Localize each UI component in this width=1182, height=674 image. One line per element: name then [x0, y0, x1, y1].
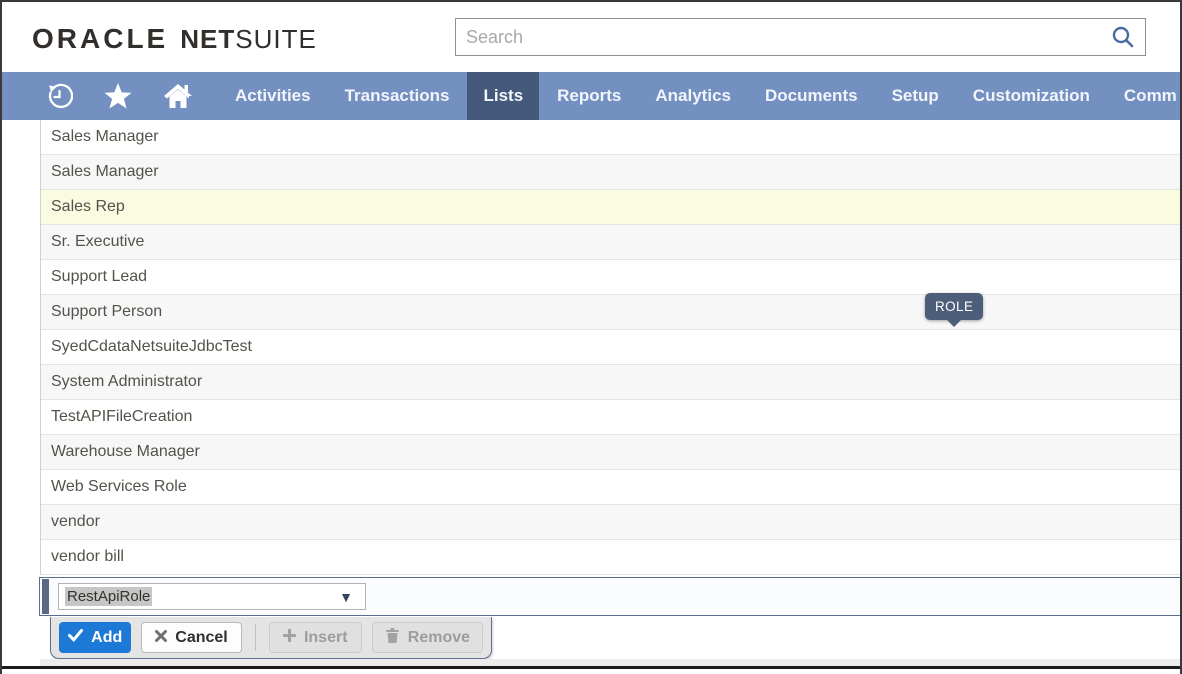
role-name-label: Warehouse Manager	[51, 443, 200, 460]
nav-tab-label: Lists	[483, 86, 523, 106]
plus-icon	[283, 629, 296, 647]
role-list-item[interactable]: SyedCdataNetsuiteJdbcTest	[41, 330, 1180, 365]
oracle-netsuite-logo: ORACLE NETSUITE	[32, 23, 317, 55]
role-list-item[interactable]: vendor	[41, 505, 1180, 540]
role-list-item[interactable]: Sales Manager	[41, 120, 1180, 155]
role-list-item[interactable]: Sales Rep	[41, 190, 1180, 225]
role-list-item[interactable]: TestAPIFileCreation	[41, 400, 1180, 435]
nav-tab-label: Reports	[557, 86, 621, 106]
role-name-label: vendor bill	[51, 548, 124, 565]
nav-tab-label: Documents	[765, 86, 858, 106]
role-list-item[interactable]: Support Person	[41, 295, 1180, 330]
role-name-label: Sales Rep	[51, 198, 125, 215]
netsuite-window: ORACLE NETSUITE	[0, 0, 1182, 674]
shortcuts-star-icon[interactable]	[103, 82, 133, 110]
home-icon[interactable]	[163, 82, 193, 110]
role-name-label: Support Lead	[51, 268, 147, 285]
role-list-item[interactable]: Support Lead	[41, 260, 1180, 295]
nav-tab[interactable]: Documents	[749, 72, 874, 120]
search-input[interactable]	[456, 19, 1101, 55]
logo-net-text: NET	[180, 24, 235, 54]
role-tooltip: ROLE	[925, 293, 983, 320]
role-list-item[interactable]: System Administrator	[41, 365, 1180, 400]
role-combobox-input[interactable]: RestApiRole ▼	[58, 583, 366, 610]
role-name-label: Sales Manager	[51, 163, 159, 180]
insert-button-label: Insert	[304, 629, 348, 647]
nav-tab[interactable]: Setup	[876, 72, 955, 120]
roles-list: Sales Manager Sales Manager Sales Rep Sr…	[40, 120, 1180, 575]
chevron-down-icon[interactable]: ▼	[339, 589, 353, 605]
logo-suite-text: SUITE	[235, 24, 317, 54]
role-list-item[interactable]: Web Services Role	[41, 470, 1180, 505]
role-list-item[interactable]: Sr. Executive	[41, 225, 1180, 260]
nav-tab[interactable]: Customization	[957, 72, 1106, 120]
nav-tab[interactable]: Activities	[219, 72, 327, 120]
nav-tab-label: Analytics	[655, 86, 731, 106]
button-divider	[255, 624, 256, 651]
nav-icon-group	[2, 72, 219, 120]
remove-button[interactable]: Remove	[372, 622, 483, 653]
global-search-box	[455, 18, 1146, 56]
nav-tab[interactable]: Analytics	[639, 72, 747, 120]
cancel-button-label: Cancel	[175, 629, 227, 647]
search-icon[interactable]	[1101, 25, 1145, 49]
role-name-label: Sales Manager	[51, 128, 159, 145]
header-bar: ORACLE NETSUITE	[2, 2, 1180, 72]
role-tooltip-label: ROLE	[935, 299, 973, 314]
nav-tab-label: Transactions	[345, 86, 450, 106]
logo-oracle-text: ORACLE	[32, 23, 168, 54]
role-name-label: TestAPIFileCreation	[51, 408, 192, 425]
role-name-label: System Administrator	[51, 373, 202, 390]
role-name-label: SyedCdataNetsuiteJdbcTest	[51, 338, 252, 355]
nav-tab[interactable]: Lists	[467, 72, 539, 120]
nav-tab-label: Customization	[973, 86, 1090, 106]
role-input-selected-text: RestApiRole	[65, 587, 152, 606]
trash-icon	[385, 627, 400, 648]
role-name-label: Web Services Role	[51, 478, 187, 495]
x-icon	[155, 629, 167, 647]
frame-bottom-edge	[2, 666, 1180, 669]
nav-tab[interactable]: Transactions	[329, 72, 466, 120]
main-navigation-bar: Activities Transactions Lists Reports An…	[2, 72, 1180, 120]
role-name-label: Support Person	[51, 303, 162, 320]
new-role-edit-row: RestApiRole ▼	[39, 577, 1180, 616]
nav-tab-label: Activities	[235, 86, 311, 106]
row-selection-indicator	[42, 579, 49, 614]
nav-tab[interactable]: Reports	[541, 72, 637, 120]
recent-records-icon[interactable]	[46, 83, 73, 110]
role-list-item[interactable]: Warehouse Manager	[41, 435, 1180, 470]
edit-actions-panel: Add Cancel Insert Remove	[50, 617, 492, 659]
nav-items: Activities Transactions Lists Reports An…	[219, 72, 1182, 120]
cancel-button[interactable]: Cancel	[141, 622, 241, 653]
nav-tab-label: Setup	[892, 86, 939, 106]
role-name-label: Sr. Executive	[51, 233, 144, 250]
insert-button[interactable]: Insert	[269, 622, 362, 653]
role-list-item[interactable]: Sales Manager	[41, 155, 1180, 190]
nav-tab[interactable]: Comm	[1108, 72, 1182, 120]
role-list-item[interactable]: vendor bill	[41, 540, 1180, 575]
check-icon	[68, 629, 83, 647]
add-button-label: Add	[91, 629, 122, 647]
add-button[interactable]: Add	[59, 622, 131, 653]
role-name-label: vendor	[51, 513, 100, 530]
remove-button-label: Remove	[408, 629, 470, 647]
nav-tab-label: Comm	[1124, 86, 1177, 106]
